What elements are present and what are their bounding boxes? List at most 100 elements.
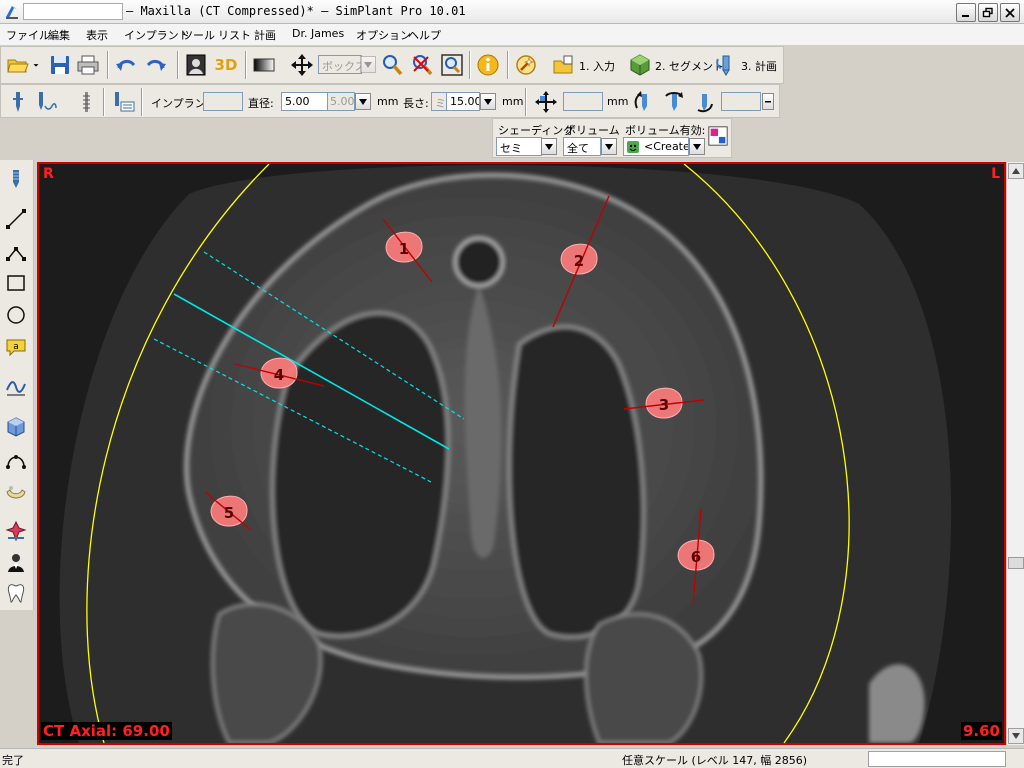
offset-unit: mm [607, 95, 629, 108]
menu-plan[interactable]: 計画 [254, 27, 276, 43]
curve-tool[interactable] [3, 374, 29, 400]
rectangle-tool[interactable] [3, 270, 29, 296]
scroll-down-button[interactable] [1008, 728, 1024, 744]
implant-toolbar: インプラント 直径: 5.00 5.00 mm 長さ: ミ 15.00 mm m… [0, 84, 780, 118]
pan-button[interactable] [289, 52, 315, 78]
menu-view[interactable]: 表示 [86, 27, 108, 43]
save-button[interactable] [47, 52, 73, 78]
implant-marker-6[interactable]: 6 [677, 508, 715, 605]
window-level-button[interactable] [251, 52, 277, 78]
length-input[interactable]: 15.00 [446, 92, 480, 111]
line-measure-tool[interactable] [3, 206, 29, 232]
nerve-arch-icon [6, 455, 26, 469]
rotation-field[interactable] [721, 92, 761, 111]
annotation-tool[interactable]: a [3, 334, 29, 360]
scroll-up-button[interactable] [1008, 163, 1024, 179]
rectangle-icon [7, 275, 25, 291]
menu-implant[interactable]: インプラント [124, 27, 190, 43]
patient-photo-button[interactable] [183, 52, 209, 78]
jaw-tool[interactable] [3, 478, 29, 504]
volume-enabled-dropdown[interactable] [689, 138, 705, 155]
shading-select[interactable]: セミ [496, 137, 542, 156]
diameter-input[interactable]: 5.00 [281, 92, 329, 111]
diameter-dropdown[interactable] [355, 93, 371, 110]
volume-tool[interactable] [3, 414, 29, 440]
zoom-fit-button[interactable] [439, 52, 465, 78]
implant-database-button[interactable] [33, 89, 59, 115]
step1-icon-button[interactable] [551, 52, 577, 78]
ellipse-tool[interactable] [3, 302, 29, 328]
implant-marker-3[interactable]: 3 [623, 387, 705, 419]
ct-axial-viewport[interactable]: 1 2 3 4 5 6 R L CT Axial: 69.00 9.60 [37, 162, 1006, 745]
redo-button[interactable] [143, 52, 169, 78]
line-measure-icon [6, 209, 26, 229]
step3-icon-button[interactable] [713, 52, 739, 78]
menu-list[interactable]: リスト [218, 27, 251, 43]
implant-tool[interactable] [3, 166, 29, 192]
rotation-spin-button[interactable] [762, 93, 774, 110]
close-button[interactable] [1000, 3, 1020, 22]
implant-properties-button[interactable] [111, 89, 137, 115]
minimize-button[interactable] [956, 3, 976, 22]
rotate-axis-button[interactable] [661, 89, 687, 115]
simplant-app-icon[interactable] [3, 3, 21, 21]
zoom-reset-button[interactable] [409, 52, 435, 78]
wizard-button[interactable] [513, 52, 539, 78]
open-dropdown-button[interactable] [29, 52, 43, 78]
implant-marker-4[interactable]: 4 [234, 357, 325, 389]
right-side-marker: R [43, 166, 54, 182]
implant-overlay[interactable]: 1 2 3 4 5 6 [39, 164, 1004, 743]
offset-field[interactable] [563, 92, 603, 111]
implant-library-icon [39, 92, 57, 110]
move-implant-button[interactable] [533, 89, 559, 115]
surgical-guide-tool[interactable] [3, 518, 29, 544]
step2-icon-button[interactable] [627, 52, 653, 78]
implant-marker-2[interactable]: 2 [552, 195, 610, 328]
nerve-tool[interactable] [3, 446, 29, 472]
implant-name-field[interactable] [203, 92, 243, 111]
print-button[interactable] [75, 52, 101, 78]
open-button[interactable] [5, 52, 31, 78]
doctor-tool[interactable] [3, 550, 29, 576]
zoom-in-button[interactable] [379, 52, 405, 78]
vertical-scrollbar[interactable] [1006, 162, 1024, 745]
restore-button[interactable] [978, 3, 998, 22]
implant-number-label: 6 [691, 548, 701, 566]
menu-help[interactable]: ヘルプ [408, 27, 441, 43]
diameter-secondary-field: 5.00 [327, 92, 355, 111]
step1-input-button[interactable]: 1. 入力 [579, 58, 615, 74]
menu-dr-james[interactable]: Dr. James [292, 27, 344, 40]
implant-marker-1[interactable]: 1 [382, 218, 433, 283]
diameter-unit: mm [377, 95, 399, 108]
abutment-button[interactable] [73, 89, 99, 115]
add-implant-button[interactable] [5, 89, 31, 115]
menu-edit[interactable]: 編集 [48, 27, 70, 43]
length-dropdown[interactable] [480, 93, 496, 110]
box-select-dropdown[interactable] [360, 56, 376, 73]
rotate-implant-right-icon [697, 94, 713, 113]
angle-measure-tool[interactable] [3, 238, 29, 264]
volume-properties-button[interactable] [707, 125, 729, 147]
implant-number-label: 2 [574, 252, 584, 270]
implant-marker-5[interactable]: 5 [204, 491, 252, 531]
shading-dropdown[interactable] [541, 138, 557, 155]
toolbar-separator [245, 51, 247, 79]
box-select-field[interactable]: ボックス [318, 55, 362, 74]
rotate-right-button[interactable] [691, 89, 717, 115]
rotate-implant-left-icon [634, 91, 647, 111]
step3-plan-button[interactable]: 3. 計画 [741, 58, 777, 74]
rotate-left-button[interactable] [631, 89, 657, 115]
menu-options[interactable]: オプション [356, 27, 411, 43]
menu-tools[interactable]: ツール [182, 27, 215, 43]
info-button[interactable] [475, 52, 501, 78]
window-title: – Maxilla (CT Compressed)* – SimPlant Pr… [126, 4, 466, 18]
scroll-thumb[interactable] [1008, 557, 1024, 569]
tooth-tool[interactable] [3, 580, 29, 606]
volume-dropdown[interactable] [601, 138, 617, 155]
undo-button[interactable] [113, 52, 139, 78]
volume-select[interactable]: 全て [563, 137, 601, 156]
view-3d-button[interactable]: 3D [211, 52, 241, 78]
segment-cube-icon [630, 54, 650, 76]
menu-file[interactable]: ファイル [6, 27, 50, 43]
speech-bubble-icon: a [6, 339, 26, 357]
